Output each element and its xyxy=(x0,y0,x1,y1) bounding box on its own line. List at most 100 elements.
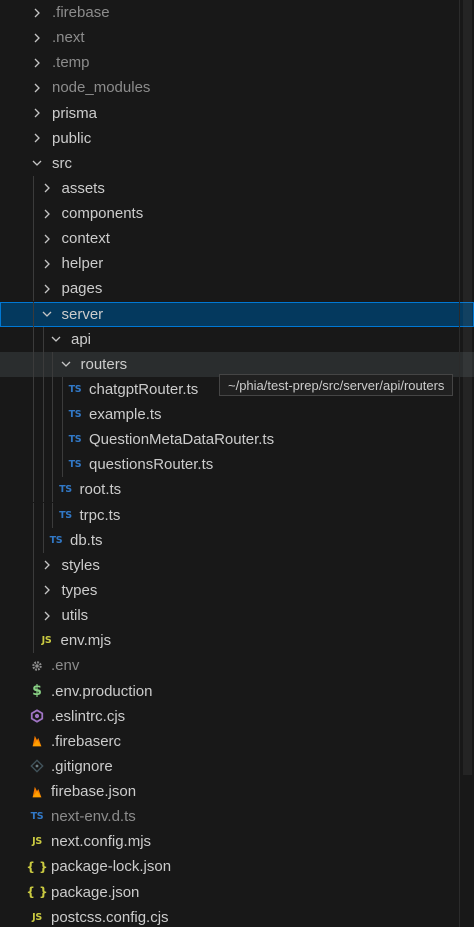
tree-folder-row[interactable]: src xyxy=(0,151,474,176)
chevron-right-icon[interactable] xyxy=(39,608,55,624)
tree-file-row[interactable]: TS QuestionMetaDataRouter.ts xyxy=(0,427,474,453)
typescript-file-icon: TS xyxy=(59,484,72,496)
chevron-down-icon[interactable] xyxy=(29,155,45,171)
chevron-right-icon[interactable] xyxy=(39,582,55,598)
chevron-right-icon[interactable] xyxy=(39,281,55,297)
tree-item-label: pages xyxy=(61,280,103,298)
chevron-right-icon[interactable] xyxy=(39,231,55,247)
indent-guide xyxy=(52,351,53,377)
tree-item-label: .env xyxy=(51,657,80,675)
tree-item-label: components xyxy=(61,205,144,223)
indent-guide xyxy=(42,376,44,402)
tree-folder-row[interactable]: pages xyxy=(0,276,474,302)
tree-file-row[interactable]: JS next.config.mjs xyxy=(0,829,474,854)
tree-folder-row[interactable]: components xyxy=(0,201,474,227)
chevron-down-icon[interactable] xyxy=(58,356,74,372)
tree-file-row[interactable]: TS db.ts xyxy=(0,527,474,553)
chevron-right-icon[interactable] xyxy=(39,206,55,222)
tree-item-label: api xyxy=(71,330,92,348)
tree-folder-row[interactable]: types xyxy=(0,577,474,603)
tree-item-label: questionsRouter.ts xyxy=(89,456,214,474)
tree-item-label: trpc.ts xyxy=(79,506,121,524)
indent-guide xyxy=(33,276,34,302)
explorer-scrollbar[interactable] xyxy=(459,0,474,927)
chevron-right-icon[interactable] xyxy=(29,55,45,71)
tree-file-row[interactable]: TS trpc.ts xyxy=(0,502,474,528)
indent-guide xyxy=(52,477,53,503)
tree-folder-row[interactable]: styles xyxy=(0,552,474,578)
chevron-right-icon[interactable] xyxy=(29,80,45,96)
chevron-right-icon[interactable] xyxy=(29,30,45,46)
indent-guide xyxy=(42,477,44,503)
indent-guide xyxy=(33,427,34,453)
tree-item-label: db.ts xyxy=(70,531,103,549)
tree-item-label: .gitignore xyxy=(51,757,113,775)
tree-item-label: next-env.d.ts xyxy=(51,808,136,826)
chevron-down-icon[interactable] xyxy=(48,331,64,347)
scrollbar-thumb[interactable] xyxy=(463,0,472,775)
chevron-right-icon[interactable] xyxy=(29,105,45,121)
indent-guide xyxy=(61,452,63,478)
indent-guide xyxy=(33,527,34,553)
tree-folder-row[interactable]: node_modules xyxy=(0,75,474,100)
chevron-right-icon[interactable] xyxy=(39,557,55,573)
tree-file-row[interactable]: .eslintrc.cjs xyxy=(0,704,474,729)
typescript-file-icon: TS xyxy=(68,459,82,471)
tree-item-label: node_modules xyxy=(52,79,151,97)
tree-file-row[interactable]: JS env.mjs xyxy=(0,628,474,654)
git-icon xyxy=(29,758,45,774)
typescript-file-icon: TS xyxy=(68,409,82,421)
indent-guide xyxy=(33,552,34,578)
tree-folder-row[interactable]: assets xyxy=(0,175,474,201)
tree-file-row[interactable]: TS root.ts xyxy=(0,477,474,503)
tree-folder-row[interactable]: .temp xyxy=(0,50,474,75)
indent-guide xyxy=(33,351,34,377)
tree-file-row[interactable]: { } package.json xyxy=(0,880,474,905)
tree-folder-row[interactable]: utils xyxy=(0,603,474,629)
typescript-file-icon: TS xyxy=(49,534,63,546)
tree-folder-row[interactable]: helper xyxy=(0,251,474,277)
indent-guide xyxy=(42,502,44,528)
tree-file-row[interactable]: TS questionsRouter.ts xyxy=(0,452,474,478)
tree-folder-row[interactable]: .firebase xyxy=(0,0,474,25)
indent-guide xyxy=(33,226,34,252)
tree-item-label: .env.production xyxy=(51,682,153,700)
tree-folder-row[interactable]: context xyxy=(0,226,474,252)
tree-folder-row[interactable]: server xyxy=(0,301,474,327)
chevron-right-icon[interactable] xyxy=(29,130,45,146)
javascript-file-icon: JS xyxy=(32,836,42,848)
chevron-down-icon[interactable] xyxy=(39,306,55,322)
firebase-icon xyxy=(29,733,45,749)
indent-guide xyxy=(52,402,53,428)
tree-file-row[interactable]: JS postcss.config.cjs xyxy=(0,905,474,927)
tree-file-row[interactable]: { } package-lock.json xyxy=(0,854,474,879)
indent-guide xyxy=(33,577,34,603)
tree-item-label: package-lock.json xyxy=(51,858,172,876)
tree-file-row[interactable]: .gitignore xyxy=(0,754,474,779)
javascript-file-icon: JS xyxy=(32,911,42,923)
tree-file-row[interactable]: .firebaserc xyxy=(0,729,474,754)
tree-folder-row[interactable]: api xyxy=(0,326,474,352)
tree-item-label: assets xyxy=(61,179,105,197)
chevron-right-icon[interactable] xyxy=(39,180,55,196)
tree-file-row[interactable]: $ .env.production xyxy=(0,679,474,704)
typescript-file-icon: TS xyxy=(68,383,82,395)
indent-guide xyxy=(33,376,34,402)
indent-guide xyxy=(33,477,34,503)
chevron-right-icon[interactable] xyxy=(39,256,55,272)
indent-guide xyxy=(52,376,53,402)
chevron-right-icon[interactable] xyxy=(29,5,45,21)
indent-guide xyxy=(33,175,34,201)
tree-folder-row[interactable]: .next xyxy=(0,25,474,50)
tree-item-label: public xyxy=(52,129,92,147)
tree-item-label: routers xyxy=(80,355,128,373)
tree-item-label: .firebaserc xyxy=(51,732,122,750)
tree-file-row[interactable]: TS next-env.d.ts xyxy=(0,804,474,829)
tree-folder-row[interactable]: prisma xyxy=(0,101,474,126)
tree-file-row[interactable]: TS example.ts xyxy=(0,402,474,428)
tree-folder-row[interactable]: public xyxy=(0,126,474,151)
tree-item-label: .eslintrc.cjs xyxy=(51,707,126,725)
tree-item-label: .temp xyxy=(52,54,90,72)
tree-file-row[interactable]: firebase.json xyxy=(0,779,474,804)
tree-file-row[interactable]: .env xyxy=(0,653,474,678)
